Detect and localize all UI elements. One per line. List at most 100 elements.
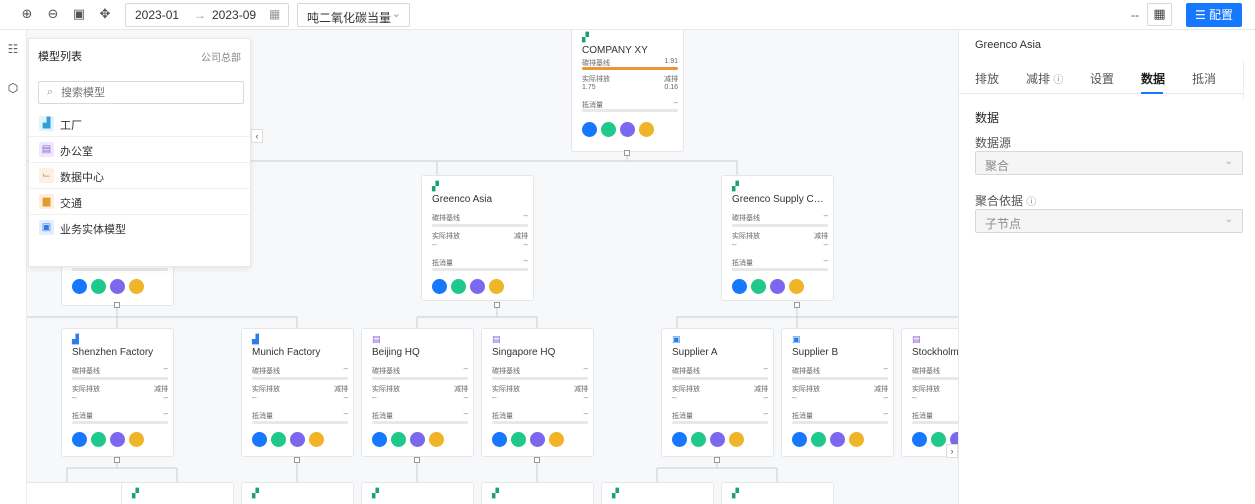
action-dot[interactable] — [492, 432, 507, 447]
action-dot[interactable] — [770, 279, 785, 294]
date-range-picker[interactable]: 2023-01 → 2023-09 ▦ — [125, 3, 289, 27]
node-level4-partial[interactable]: ▞ — [481, 482, 594, 504]
node-supplier-a[interactable]: ▣ Supplier A 碳排基线 -- 实际排放 减排 -- -- 抵消量 -- — [661, 328, 774, 457]
action-dot[interactable] — [410, 432, 425, 447]
action-dot[interactable] — [912, 432, 927, 447]
expand-toggle[interactable] — [294, 457, 300, 463]
node-title: Greenco Asia — [432, 194, 493, 205]
node-greenco-supply-chain[interactable]: ▞ Greenco Supply Chain 碳排基线 -- 实际排放 减排 -- -… — [721, 175, 834, 301]
action-dot[interactable] — [470, 279, 485, 294]
aggregation-basis-select[interactable]: 子节点 ⌄ — [975, 209, 1243, 233]
model-search-input[interactable] — [61, 85, 231, 100]
node-level4-partial[interactable]: ▞ — [601, 482, 714, 504]
tab-offset[interactable]: 抵消 — [1192, 70, 1216, 87]
model-item-office[interactable]: ▤ 办公室 — [29, 137, 250, 163]
expand-toggle[interactable] — [794, 302, 800, 308]
model-item-factory[interactable]: ▟ 工厂 — [29, 111, 250, 137]
model-list-scope[interactable]: 公司总部 — [201, 49, 241, 64]
node-munich-factory[interactable]: ▟ Munich Factory 碳排基线 -- 实际排放 减排 -- -- 抵消量 -… — [241, 328, 354, 457]
center-view-icon[interactable]: ✥ — [97, 6, 113, 22]
action-dot[interactable] — [391, 432, 406, 447]
office-icon: ▤ — [492, 334, 501, 344]
node-level4-partial[interactable]: ▞ — [721, 482, 834, 504]
action-dot[interactable] — [530, 432, 545, 447]
action-dot[interactable] — [792, 432, 807, 447]
action-dot[interactable] — [252, 432, 267, 447]
node-level4-partial[interactable]: ▞ — [121, 482, 234, 504]
zoom-out-icon[interactable]: ⊖ — [45, 6, 61, 22]
model-item-data-center[interactable]: ⌙ 数据中心 — [29, 163, 250, 189]
tab-reduction[interactable]: 减排 ⓘ — [1026, 70, 1063, 87]
action-dot[interactable] — [129, 432, 144, 447]
action-dot[interactable] — [691, 432, 706, 447]
expand-toggle[interactable] — [114, 457, 120, 463]
action-dot[interactable] — [710, 432, 725, 447]
action-dot[interactable] — [110, 279, 125, 294]
node-supplier-b[interactable]: ▣ Supplier B 碳排基线 -- 实际排放 减排 -- -- 抵消量 -- — [781, 328, 894, 457]
action-dot[interactable] — [91, 432, 106, 447]
action-dot[interactable] — [830, 432, 845, 447]
calculator-button[interactable]: ▦ — [1147, 3, 1172, 26]
node-singapore-hq[interactable]: ▤ Singapore HQ 碳排基线 -- 实际排放 减排 -- -- 抵消量 -- — [481, 328, 594, 457]
action-dot[interactable] — [309, 432, 324, 447]
unit-select[interactable]: 吨二氧化碳当量 ⌄ — [297, 3, 410, 27]
node-company-xy[interactable]: ▞ COMPANY XY 碳排基线 1.91 实际排放 减排 1.75 0.16 抵消… — [571, 30, 684, 152]
node-level4-partial[interactable]: ▞ — [241, 482, 354, 504]
node-level4-partial[interactable]: ▞ — [361, 482, 474, 504]
cube-icon[interactable]: ⬡ — [5, 80, 21, 96]
tab-data[interactable]: 数据 — [1141, 70, 1165, 87]
expand-toggle[interactable] — [714, 457, 720, 463]
list-icon[interactable]: ☷ — [5, 41, 21, 57]
node-greenco-asia[interactable]: ▞ Greenco Asia 碳排基线 -- 实际排放 减排 -- -- 抵消量 -- — [421, 175, 534, 301]
action-dot[interactable] — [72, 432, 87, 447]
action-dot[interactable] — [372, 432, 387, 447]
action-dot[interactable] — [432, 279, 447, 294]
action-dot[interactable] — [511, 432, 526, 447]
action-dot[interactable] — [451, 279, 466, 294]
fit-view-icon[interactable]: ▣ — [71, 6, 87, 22]
config-button[interactable]: ☰ 配置 — [1186, 3, 1242, 27]
action-dot[interactable] — [129, 279, 144, 294]
tab-emissions[interactable]: 排放 — [975, 70, 999, 87]
node-shenzhen-factory[interactable]: ▟ Shenzhen Factory 碳排基线 -- 实际排放 减排 -- -- 抵消… — [61, 328, 174, 457]
action-dot[interactable] — [931, 432, 946, 447]
tab-settings[interactable]: 设置 — [1090, 70, 1114, 87]
action-dot[interactable] — [489, 279, 504, 294]
data-source-select[interactable]: 聚合 ⌄ — [975, 151, 1243, 175]
action-dot[interactable] — [729, 432, 744, 447]
reduction-value: -- — [463, 395, 468, 402]
expand-toggle[interactable] — [414, 457, 420, 463]
node-beijing-hq[interactable]: ▤ Beijing HQ 碳排基线 -- 实际排放 减排 -- -- 抵消量 -- — [361, 328, 474, 457]
model-item-transport[interactable]: ▆ 交通 — [29, 189, 250, 215]
collapse-panel-button[interactable]: ‹ — [251, 129, 263, 143]
action-dot[interactable] — [601, 122, 616, 137]
expand-toggle[interactable] — [624, 150, 630, 156]
action-dot[interactable] — [290, 432, 305, 447]
action-dot[interactable] — [732, 279, 747, 294]
action-dot[interactable] — [271, 432, 286, 447]
action-dot[interactable] — [849, 432, 864, 447]
action-dot[interactable] — [639, 122, 654, 137]
expand-toggle[interactable] — [114, 302, 120, 308]
expand-right-button[interactable]: › — [946, 444, 958, 458]
action-dot[interactable] — [751, 279, 766, 294]
node-actions — [792, 432, 868, 450]
node-level4-partial[interactable] — [27, 482, 130, 504]
action-dot[interactable] — [429, 432, 444, 447]
action-dot[interactable] — [811, 432, 826, 447]
action-dot[interactable] — [582, 122, 597, 137]
help-icon[interactable]: ⓘ — [1026, 197, 1036, 208]
expand-toggle[interactable] — [534, 457, 540, 463]
action-dot[interactable] — [620, 122, 635, 137]
action-dot[interactable] — [110, 432, 125, 447]
action-dot[interactable] — [91, 279, 106, 294]
node-stockholm-hq[interactable]: ▤ Stockholm HQ 碳排基线-- 实际排放减排 ---- 抵消量-- — [901, 328, 958, 457]
expand-toggle[interactable] — [494, 302, 500, 308]
model-search[interactable]: ⌕ — [38, 81, 244, 104]
zoom-in-icon[interactable]: ⊕ — [19, 6, 35, 22]
action-dot[interactable] — [72, 279, 87, 294]
action-dot[interactable] — [549, 432, 564, 447]
model-item-business-entity[interactable]: ▣ 业务实体模型 — [29, 215, 250, 241]
action-dot[interactable] — [789, 279, 804, 294]
action-dot[interactable] — [672, 432, 687, 447]
